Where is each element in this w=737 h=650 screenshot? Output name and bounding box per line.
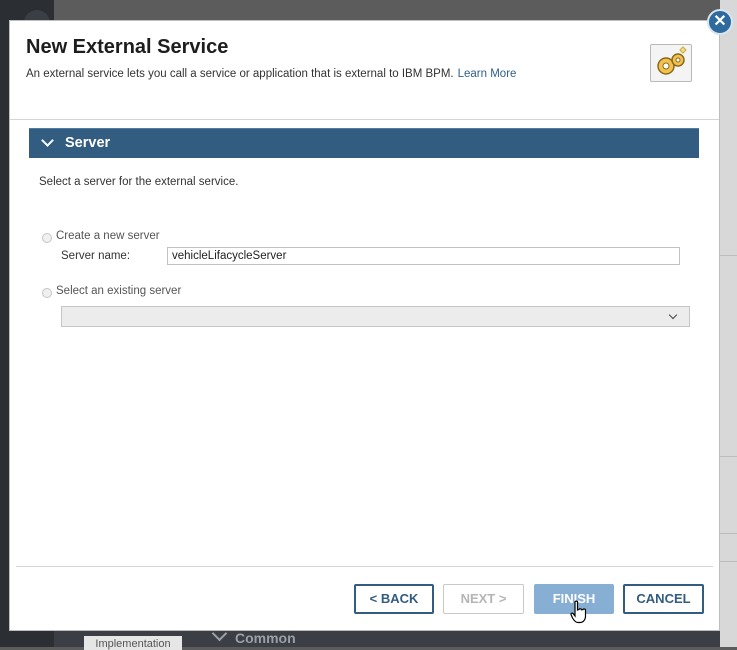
- server-section-header[interactable]: Server: [29, 128, 699, 158]
- server-name-input[interactable]: [167, 247, 680, 265]
- create-new-server-label: Create a new server: [56, 230, 160, 242]
- gears-icon: [650, 44, 692, 82]
- close-button[interactable]: ✕: [707, 9, 733, 35]
- server-name-label: Server name:: [61, 250, 131, 262]
- section-description: Select a server for the external service…: [39, 176, 239, 188]
- chevron-down-icon: [41, 134, 54, 147]
- hand-cursor-icon: [570, 600, 587, 624]
- dialog-body: Server Select a server for the external …: [10, 120, 719, 565]
- dialog-header: New External Service An external service…: [10, 21, 719, 120]
- background-right-panel: [720, 0, 737, 647]
- create-new-server-radio[interactable]: [42, 233, 52, 243]
- back-button[interactable]: < BACK: [354, 584, 434, 614]
- background-bottom-bar: Implementation Common: [54, 625, 720, 650]
- new-external-service-dialog: New External Service An external service…: [9, 9, 733, 631]
- dialog-subtitle: An external service lets you call a serv…: [26, 68, 516, 80]
- learn-more-link[interactable]: Learn More: [458, 68, 517, 80]
- background-section-label: Common: [235, 630, 296, 646]
- next-button[interactable]: NEXT >: [443, 584, 524, 614]
- close-icon: ✕: [713, 13, 727, 30]
- subtitle-text: An external service lets you call a serv…: [26, 68, 454, 80]
- chevron-down-icon: [668, 310, 678, 320]
- select-existing-server-label: Select an existing server: [56, 285, 182, 297]
- dialog-title: New External Service: [26, 36, 229, 58]
- existing-server-select[interactable]: [61, 306, 690, 327]
- background-section-common[interactable]: Common: [211, 625, 296, 647]
- section-title: Server: [65, 135, 111, 151]
- cancel-button[interactable]: CANCEL: [623, 584, 704, 614]
- footer-divider: [16, 566, 713, 567]
- background-tab-implementation[interactable]: Implementation: [84, 636, 182, 650]
- select-existing-server-radio[interactable]: [42, 288, 52, 298]
